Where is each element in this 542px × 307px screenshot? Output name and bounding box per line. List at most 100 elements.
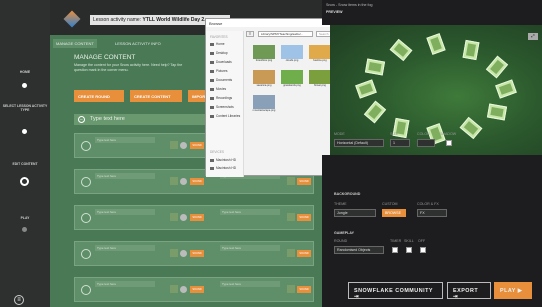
file-thumbnail[interactable]: forestfloor.png [251, 45, 277, 66]
row-sound-button-b[interactable]: SOUND [297, 214, 311, 221]
folder-icon [210, 78, 214, 82]
file-thumbnail[interactable]: grasslands.png [279, 70, 305, 91]
shadow-checkbox[interactable] [446, 140, 452, 146]
mode-select[interactable]: Horizontal (Default) [334, 139, 384, 147]
row-image-thumbnail-a[interactable] [170, 285, 178, 293]
preview-snowflake-item[interactable] [485, 55, 508, 78]
row-sound-button-b[interactable]: SOUND [297, 178, 311, 185]
rail-select-type[interactable]: SELECT LESSON ACTIVITY TYPE [0, 104, 50, 112]
menu-icon[interactable]: ≡ [14, 295, 24, 305]
image-icon [309, 45, 331, 59]
sidebar-item[interactable]: Desktop [210, 51, 228, 55]
row-sound-button-a[interactable]: SOUND [190, 142, 204, 149]
round-select[interactable]: Randomised Objects [334, 246, 384, 254]
row-remove-icon[interactable] [81, 285, 91, 295]
create-content-button[interactable]: CREATE CONTENT [130, 90, 182, 102]
row-sound-button-a[interactable]: SOUND [190, 250, 204, 257]
row-image-remove-icon-a[interactable] [180, 250, 187, 257]
view-toggle-icon[interactable]: ☰ [246, 31, 254, 37]
browse-button[interactable]: BROWSE [382, 209, 406, 217]
round-title-input[interactable]: Type text here [90, 116, 125, 122]
row-image-thumbnail-a[interactable] [170, 213, 178, 221]
preview-snowflake-item[interactable] [486, 103, 507, 120]
row-image-remove-icon-a[interactable] [180, 214, 187, 221]
row-text-input-b[interactable]: Type text here [220, 209, 280, 215]
preview-snowflake-item[interactable] [495, 79, 517, 99]
row-sound-button-a[interactable]: SOUND [190, 214, 204, 221]
size-select[interactable]: 1 [390, 139, 410, 147]
row-text-input-b[interactable]: Type text here [220, 281, 280, 287]
sidebar-item-device-1[interactable]: Macintosh HD [210, 158, 236, 162]
tab-lesson-activity-info[interactable]: LESSON ACTIVITY INFO [112, 39, 164, 48]
row-image-remove-icon-a[interactable] [180, 178, 187, 185]
rail-play-dot[interactable] [22, 227, 27, 232]
tab-manage-content[interactable]: MANAGE CONTENT [53, 39, 97, 48]
row-remove-icon[interactable] [81, 249, 91, 259]
rail-home-dot[interactable] [22, 83, 27, 88]
timer-checkbox[interactable] [392, 247, 398, 253]
rail-edit-content[interactable]: EDIT CONTENT [0, 162, 50, 166]
collapse-icon[interactable]: − [78, 116, 85, 123]
row-text-input-b[interactable]: Type text here [220, 245, 280, 251]
create-round-button[interactable]: CREATE ROUND [74, 90, 124, 102]
play-button[interactable]: PLAY ▶ [494, 282, 532, 299]
row-image-thumbnail-a[interactable] [170, 249, 178, 257]
fullscreen-icon[interactable]: ⤢ [528, 33, 538, 40]
sidebar-item[interactable]: Recordings [210, 96, 232, 100]
folder-icon [210, 51, 214, 55]
preview-canvas[interactable]: ⤢ [330, 25, 542, 155]
preview-snowflake-item[interactable] [459, 116, 483, 140]
sidebar-item[interactable]: Screenshots [210, 105, 234, 109]
preview-snowflake-item[interactable] [364, 100, 387, 123]
preview-snowflake-item[interactable] [426, 33, 446, 55]
row-text-input-a[interactable]: Type text here [95, 173, 155, 179]
sidebar-item-device-2[interactable]: Macintosh HD [210, 166, 236, 170]
sidebar-item[interactable]: Home [210, 42, 225, 46]
row-image-remove-icon-a[interactable] [180, 142, 187, 149]
row-image-thumbnail-a[interactable] [170, 177, 178, 185]
favorites-heading: FAVORITES [210, 35, 228, 39]
rail-home[interactable]: HOME [0, 70, 50, 74]
sidebar-item[interactable]: Content Libraries [210, 114, 240, 118]
row-remove-icon[interactable] [81, 141, 91, 151]
row-remove-icon[interactable] [81, 213, 91, 223]
rail-play[interactable]: PLAY [0, 216, 50, 220]
row-text-input-a[interactable]: Type text here [95, 281, 155, 287]
rail-edit-dot[interactable] [20, 177, 29, 186]
row-sound-button-b[interactable]: SOUND [297, 286, 311, 293]
row-sound-button-a[interactable]: SOUND [190, 178, 204, 185]
row-image-thumbnail-a[interactable] [170, 141, 178, 149]
page-description: Manage the content for your Snow activit… [74, 63, 183, 72]
sidebar-item[interactable]: Documents [210, 78, 232, 82]
row-image-thumbnail-b[interactable] [287, 177, 295, 185]
row-image-thumbnail-b[interactable] [287, 285, 295, 293]
preview-snowflake-item[interactable] [355, 79, 377, 99]
row-sound-button-b[interactable]: SOUND [297, 250, 311, 257]
row-image-remove-icon-a[interactable] [180, 286, 187, 293]
file-thumbnail[interactable]: clouds.png [279, 45, 305, 66]
color-select[interactable] [417, 139, 435, 147]
row-text-input-a[interactable]: Type text here [95, 209, 155, 215]
row-text-input-a[interactable]: Type text here [95, 137, 155, 143]
off-checkbox[interactable] [420, 247, 426, 253]
preview-snowflake-item[interactable] [462, 39, 480, 61]
sidebar-item[interactable]: Movies [210, 87, 226, 91]
row-sound-button-a[interactable]: SOUND [190, 286, 204, 293]
row-image-thumbnail-b[interactable] [287, 249, 295, 257]
skill-checkbox[interactable] [406, 247, 412, 253]
file-thumbnail[interactable]: mountainscape.png [251, 95, 277, 116]
row-image-thumbnail-b[interactable] [287, 213, 295, 221]
file-thumbnail[interactable]: savanna.png [251, 70, 277, 91]
fx-select[interactable]: FX [417, 209, 447, 217]
preview-snowflake-item[interactable] [365, 58, 386, 75]
export-button[interactable]: EXPORT ⇥ [447, 282, 491, 300]
sidebar-item[interactable]: Downloads [210, 60, 232, 64]
rail-select-dot[interactable] [22, 129, 27, 134]
sidebar-item[interactable]: Pictures [210, 69, 228, 73]
preview-snowflake-item[interactable] [389, 38, 413, 62]
row-text-input-a[interactable]: Type text here [95, 245, 155, 251]
row-remove-icon[interactable] [81, 177, 91, 187]
snowflake-community-button[interactable]: SNOWFLAKE COMMUNITY ⇥ [348, 282, 443, 300]
path-dropdown[interactable]: Library/SPMYTeaching/audio/... [258, 31, 313, 37]
theme-select[interactable]: Jungle [334, 209, 376, 217]
